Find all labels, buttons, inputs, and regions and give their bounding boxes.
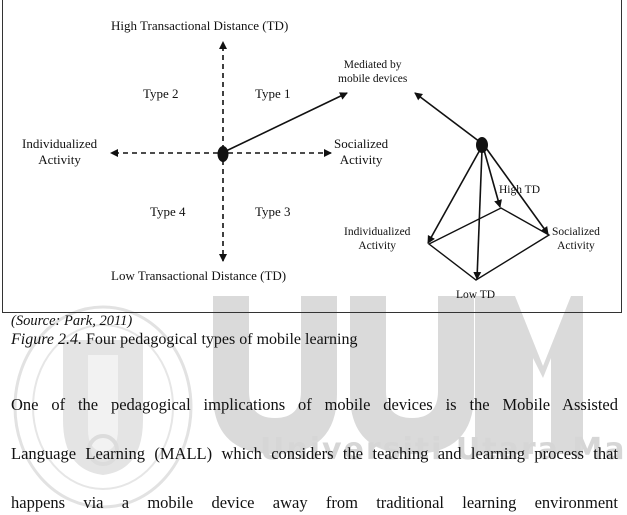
axis-label-individualized: Individualized Activity (22, 136, 97, 168)
axis-label-socialized: Socialized Activity (334, 136, 388, 168)
figure-caption: Figure 2.4. Four pedagogical types of mo… (11, 331, 357, 349)
mediated-arrow-right (414, 92, 481, 143)
pyramid-apex-node (476, 137, 488, 153)
mediated-label-line1: Mediated by (343, 59, 402, 71)
axis-label-socialized-line1: Socialized (334, 136, 389, 151)
pyramid-label-socialized: Socialized Activity (552, 225, 600, 253)
pyramid-edge-left (427, 147, 482, 244)
mediated-label: Mediated by mobile devices (338, 58, 407, 86)
quadrant-type-4: Type 4 (150, 204, 186, 219)
pyramid-label-socialized-line2: Activity (557, 240, 595, 252)
mediated-label-line2: mobile devices (338, 73, 408, 85)
pyramid-label-high-td: High TD (499, 184, 540, 196)
axis-label-socialized-line2: Activity (339, 152, 383, 167)
axis-label-high-td: High Transactional Distance (TD) (111, 18, 289, 33)
axis-label-low-td: Low Transactional Distance (TD) (111, 268, 287, 283)
pyramid-label-individualized: Individualized Activity (344, 225, 410, 253)
figure-caption-label: Figure 2.4. (11, 331, 82, 348)
quadrant-type-3: Type 3 (255, 204, 291, 219)
pyramid-base (427, 207, 551, 281)
axis-label-individualized-line1: Individualized (22, 136, 98, 151)
figure-caption-text: Four pedagogical types of mobile learnin… (81, 331, 358, 348)
axis-label-individualized-line2: Activity (38, 152, 81, 167)
paragraph-line-2: Language Learning (MALL) which considers… (11, 444, 618, 463)
figure-source: (Source: Park, 2011) (11, 313, 133, 329)
quadrant-type-1: Type 1 (255, 86, 291, 101)
paragraph-line-1: One of the pedagogical implications of m… (11, 395, 618, 414)
pyramid-label-individualized-line1: Individualized (344, 226, 411, 238)
center-node (217, 146, 229, 162)
pyramid-edge-high (483, 149, 502, 208)
paragraph-line-3: happens via a mobile device away from tr… (11, 493, 618, 512)
pyramid-label-individualized-line2: Activity (358, 240, 397, 252)
pyramid-edge-low (473, 149, 483, 280)
pyramid-label-low-td: Low TD (456, 289, 496, 301)
pyramid-label-socialized-line1: Socialized (552, 226, 600, 238)
quadrant-type-2: Type 2 (143, 86, 179, 101)
